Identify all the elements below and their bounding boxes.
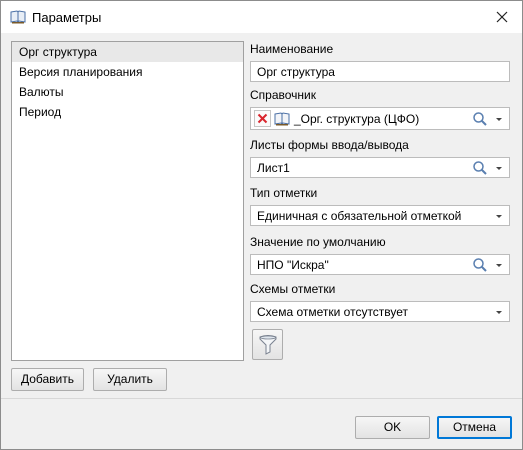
- list-item[interactable]: Версия планирования: [12, 62, 243, 82]
- mark-type-label: Тип отметки: [250, 186, 318, 200]
- parameter-list[interactable]: Орг структура Версия планирования Валюты…: [11, 41, 244, 361]
- sheets-field[interactable]: Лист1: [250, 157, 510, 178]
- cancel-button[interactable]: Отмена: [437, 416, 512, 439]
- close-icon: [496, 11, 508, 22]
- schemes-value: Схема отметки отсутствует: [257, 305, 409, 319]
- name-label: Наименование: [250, 42, 334, 56]
- default-value-label: Значение по умолчанию: [250, 235, 386, 249]
- chevron-down-icon[interactable]: [494, 113, 504, 125]
- delete-button[interactable]: Удалить: [93, 368, 167, 391]
- schemes-label: Схемы отметки: [250, 282, 336, 296]
- app-book-icon: [10, 10, 26, 24]
- filter-button[interactable]: [252, 329, 283, 360]
- mark-type-value: Единичная с обязательной отметкой: [257, 209, 462, 223]
- dictionary-field[interactable]: _Орг. структура (ЦФО): [250, 107, 510, 130]
- close-button[interactable]: [482, 1, 522, 32]
- search-icon[interactable]: [472, 160, 488, 176]
- search-icon[interactable]: [472, 111, 488, 127]
- clear-icon[interactable]: [254, 110, 271, 127]
- sheets-label: Листы формы ввода/вывода: [250, 138, 409, 152]
- dictionary-label: Справочник: [250, 88, 316, 102]
- sheets-value: Лист1: [257, 161, 290, 175]
- list-item[interactable]: Валюты: [12, 82, 243, 102]
- add-button[interactable]: Добавить: [11, 368, 84, 391]
- mark-type-select[interactable]: Единичная с обязательной отметкой: [250, 205, 510, 226]
- chevron-down-icon[interactable]: [494, 162, 504, 174]
- dictionary-value: _Орг. структура (ЦФО): [294, 112, 420, 126]
- name-value: Орг структура: [257, 65, 335, 79]
- chevron-down-icon[interactable]: [494, 259, 504, 271]
- window-title: Параметры: [32, 10, 102, 25]
- search-icon[interactable]: [472, 257, 488, 273]
- list-item[interactable]: Период: [12, 102, 243, 122]
- schemes-select[interactable]: Схема отметки отсутствует: [250, 301, 510, 322]
- list-item[interactable]: Орг структура: [12, 42, 243, 62]
- title-bar: Параметры: [1, 1, 522, 33]
- ok-button[interactable]: OK: [355, 416, 430, 439]
- funnel-icon: [259, 335, 277, 362]
- chevron-down-icon[interactable]: [494, 210, 504, 222]
- default-value: НПО "Искра": [257, 258, 329, 272]
- parameters-dialog: Параметры Орг структура Версия планирова…: [0, 0, 523, 450]
- dictionary-book-icon: [274, 111, 290, 126]
- default-value-field[interactable]: НПО "Искра": [250, 254, 510, 275]
- name-field[interactable]: Орг структура: [250, 61, 510, 82]
- chevron-down-icon[interactable]: [494, 306, 504, 318]
